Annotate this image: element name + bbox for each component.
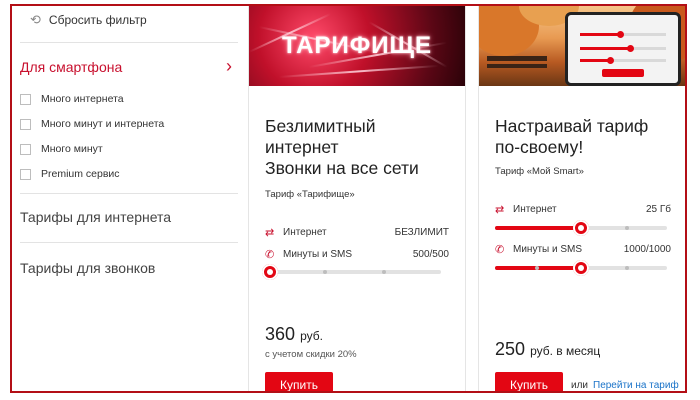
- discount-note: с учетом скидки 20%: [265, 349, 357, 360]
- option-label: Premium сервис: [41, 168, 120, 180]
- tariff-banner: ТАРИФИЩЕ: [249, 6, 465, 86]
- price-value: 360: [265, 324, 296, 344]
- minutes-slider[interactable]: [262, 264, 441, 280]
- tariff-banner: [479, 6, 685, 86]
- slider-handle[interactable]: [573, 220, 589, 236]
- buy-button[interactable]: Купить: [495, 372, 563, 391]
- slider-tick: [625, 266, 629, 270]
- checkbox-box[interactable]: [20, 118, 31, 130]
- card-title: Настраивай тариф по-своему!: [495, 116, 648, 158]
- price: 250 руб. в месяц: [495, 339, 600, 360]
- checkbox-box[interactable]: [20, 143, 31, 155]
- row-value: 500/500: [412, 249, 449, 260]
- divider: [20, 193, 238, 194]
- banner-title: ТАРИФИЩЕ: [282, 32, 432, 59]
- reset-filter-label: Сбросить фильтр: [48, 13, 147, 27]
- slider-tick: [535, 266, 539, 270]
- card-title-line: по-своему!: [495, 137, 584, 157]
- row-value: 1000/1000: [623, 244, 671, 255]
- slider-handle[interactable]: [262, 264, 278, 280]
- slider-handle[interactable]: [573, 260, 589, 276]
- category-calls[interactable]: Тарифы для звонков: [20, 260, 155, 276]
- arrows-swap-icon: ⇄: [495, 204, 505, 216]
- internet-slider[interactable]: [495, 220, 667, 236]
- slider-tick: [382, 270, 386, 274]
- card-title-line: интернет: [265, 137, 339, 157]
- divider: [20, 242, 238, 243]
- card-title: Безлимитный интернет Звонки на все сети: [265, 116, 419, 179]
- price-unit: руб.: [300, 329, 323, 343]
- option-checkbox[interactable]: Много минут: [20, 143, 103, 155]
- card-title-line: Звонки на все сети: [265, 158, 419, 178]
- option-checkbox[interactable]: Много минут и интернета: [20, 118, 164, 130]
- slider-tick: [323, 270, 327, 274]
- checkbox-box[interactable]: [20, 93, 31, 105]
- reset-filter-button[interactable]: ⟲ Сбросить фильтр: [30, 12, 147, 28]
- option-label: Много минут: [41, 143, 103, 155]
- price-value: 250: [495, 339, 526, 359]
- slider-tick: [625, 226, 629, 230]
- card-title-line: Безлимитный: [265, 116, 376, 136]
- price: 360 руб.: [265, 324, 323, 345]
- category-internet[interactable]: Тарифы для интернета: [20, 209, 171, 225]
- arrows-swap-icon: ⇄: [265, 227, 275, 239]
- price-unit: руб. в месяц: [530, 344, 601, 358]
- row-label: Интернет: [283, 227, 327, 238]
- internet-row: ⇄ Интернет БЕЗЛИМИТ: [265, 226, 449, 239]
- card-title-line: Настраивай тариф: [495, 116, 649, 136]
- option-checkbox[interactable]: Premium сервис: [20, 168, 120, 180]
- internet-row: ⇄ Интернет 25 Гб: [495, 203, 671, 216]
- divider: [20, 42, 238, 43]
- tariff-card-moy-smart: Настраивай тариф по-своему! Тариф «Мой S…: [478, 6, 685, 391]
- minutes-slider[interactable]: [495, 260, 667, 276]
- page-frame: ⟲ Сбросить фильтр Для смартфона › Много …: [10, 4, 687, 393]
- checkbox-box[interactable]: [20, 168, 31, 180]
- go-to-tariff-link[interactable]: Перейти на тариф: [593, 380, 679, 391]
- slider-fill: [495, 226, 581, 230]
- row-label: Интернет: [513, 204, 557, 215]
- phone-icon: ✆: [265, 249, 275, 261]
- category-smartphone[interactable]: Для смартфона ›: [20, 56, 238, 77]
- or-label: или: [571, 380, 589, 391]
- option-checkbox[interactable]: Много интернета: [20, 93, 124, 105]
- row-label: Минуты и SMS: [283, 249, 353, 260]
- category-smartphone-label: Для смартфона: [20, 58, 123, 75]
- undo-icon: ⟲: [30, 12, 41, 27]
- chevron-right-icon: ›: [226, 56, 232, 76]
- minutes-row: ✆ Минуты и SMS 1000/1000: [495, 243, 671, 256]
- row-value: БЕЗЛИМИТ: [394, 227, 449, 238]
- option-label: Много интернета: [41, 93, 124, 105]
- option-label: Много минут и интернета: [41, 118, 165, 130]
- tariff-card-tarifishche: ТАРИФИЩЕ Безлимитный интернет Звонки на …: [248, 6, 466, 391]
- phone-illustration: [565, 12, 681, 86]
- buy-button[interactable]: Купить: [265, 372, 333, 391]
- filter-sidebar: ⟲ Сбросить фильтр Для смартфона › Много …: [12, 6, 252, 391]
- minutes-row: ✆ Минуты и SMS 500/500: [265, 248, 449, 261]
- row-label: Минуты и SMS: [513, 244, 583, 255]
- phone-icon: ✆: [495, 244, 505, 256]
- tariff-name: Тариф «Тарифище»: [265, 189, 355, 200]
- row-value: 25 Гб: [645, 204, 671, 215]
- tariff-name: Тариф «Мой Smart»: [495, 166, 584, 177]
